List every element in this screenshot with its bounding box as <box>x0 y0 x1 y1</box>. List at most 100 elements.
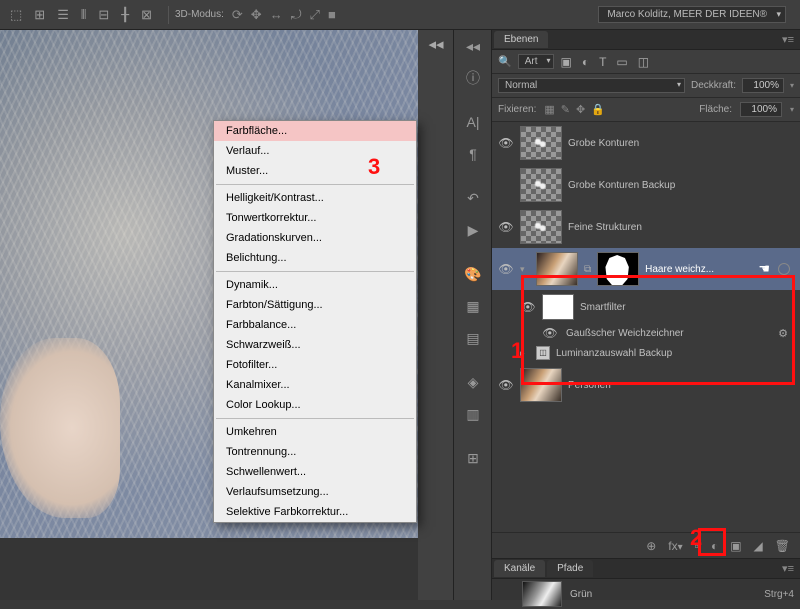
opacity-input[interactable]: 100% <box>742 78 784 93</box>
panel-tabs: Kanäle Pfade ▾≡ <box>492 559 800 579</box>
tab-channels[interactable]: Kanäle <box>494 560 545 577</box>
lock-transparency-icon[interactable]: ▦ <box>544 103 554 116</box>
navigator-panel-icon[interactable]: ◈ <box>454 366 492 398</box>
layer-name[interactable]: Grobe Konturen <box>568 138 794 149</box>
expand-icon[interactable]: ◂◂ <box>454 30 492 62</box>
panel-menu-icon[interactable]: ▾≡ <box>776 562 800 575</box>
menu-item-black-white[interactable]: Schwarzweiß... <box>214 335 416 355</box>
scale-icon[interactable]: ⤢ <box>310 7 320 23</box>
swatches-panel-icon[interactable]: 🎨 <box>454 258 492 290</box>
lock-all-icon[interactable]: 🔒 <box>591 103 605 116</box>
layer-thumbnail[interactable] <box>520 168 562 202</box>
channel-row[interactable]: Grün Strg+4 <box>492 579 800 609</box>
brushes-panel-icon[interactable]: ⊞ <box>454 442 492 474</box>
actions-panel-icon[interactable]: ▶ <box>454 214 492 246</box>
lock-pixels-icon[interactable]: ✎ <box>561 103 570 116</box>
menu-item-gradient-map[interactable]: Verlaufsumsetzung... <box>214 482 416 502</box>
menu-item-gradient[interactable]: Verlauf... <box>214 141 416 161</box>
menu-item-vibrance[interactable]: Dynamik... <box>214 275 416 295</box>
orbit-icon[interactable]: ⟳ <box>232 7 243 23</box>
visibility-icon[interactable]: 👁 <box>498 262 514 276</box>
link-layers-icon[interactable]: ⊕ <box>646 539 656 553</box>
workspace-dropdown[interactable]: Marco Kolditz, MEER DER IDEEN® <box>598 6 786 23</box>
filter-smart-icon[interactable]: ◫ <box>638 55 649 69</box>
layer-thumbnail[interactable] <box>520 126 562 160</box>
tool-icon[interactable]: ⊟ <box>98 7 109 23</box>
lock-position-icon[interactable]: ✥ <box>576 103 585 116</box>
tool-icon[interactable]: ⊠ <box>141 7 152 23</box>
layer-name[interactable]: Grobe Konturen Backup <box>568 180 794 191</box>
filter-pixel-icon[interactable]: ▣ <box>560 55 571 69</box>
channel-thumbnail[interactable] <box>522 581 562 607</box>
panel-menu-icon[interactable]: ▾≡ <box>776 33 800 46</box>
menu-item-hue-sat[interactable]: Farbton/Sättigung... <box>214 295 416 315</box>
tab-paths[interactable]: Pfade <box>547 560 593 577</box>
menu-item-color-balance[interactable]: Farbbalance... <box>214 315 416 335</box>
layer-fx-icon[interactable]: fx▾ <box>668 539 682 553</box>
channels-panel-icon[interactable]: ▥ <box>454 398 492 430</box>
filter-type-icon[interactable]: T <box>599 55 606 69</box>
menu-item-photo-filter[interactable]: Fotofilter... <box>214 355 416 375</box>
menu-item-channel-mixer[interactable]: Kanalmixer... <box>214 375 416 395</box>
styles-panel-icon[interactable]: ▤ <box>454 322 492 354</box>
menu-item-brightness[interactable]: Helligkeit/Kontrast... <box>214 188 416 208</box>
blend-mode-dropdown[interactable]: Normal <box>498 78 685 93</box>
paragraph-panel-icon[interactable]: ¶ <box>454 138 492 170</box>
menu-item-invert[interactable]: Umkehren <box>214 422 416 442</box>
menu-item-curves[interactable]: Gradationskurven... <box>214 228 416 248</box>
layer-name[interactable]: Feine Strukturen <box>568 222 794 233</box>
panel-tabs: Ebenen ▾≡ <box>492 30 800 50</box>
history-panel-icon[interactable]: ↶ <box>454 182 492 214</box>
layer-row[interactable]: Grobe Konturen Backup <box>492 164 800 206</box>
annotation-box-1 <box>521 275 795 385</box>
tool-icon[interactable]: ⬚ <box>10 7 22 23</box>
menu-item-color-lookup[interactable]: Color Lookup... <box>214 395 416 415</box>
channel-name[interactable]: Grün <box>570 589 592 600</box>
menu-separator <box>216 418 414 419</box>
menu-item-levels[interactable]: Tonwertkorrektur... <box>214 208 416 228</box>
collapsed-toolbar: ◂◂ <box>418 30 454 600</box>
menu-item-pattern[interactable]: Muster... <box>214 161 416 181</box>
fill-scrub-icon[interactable]: ▾ <box>790 105 794 114</box>
link-icon[interactable]: ⧉ <box>584 264 591 275</box>
color-panel-icon[interactable]: ▦ <box>454 290 492 322</box>
visibility-icon[interactable]: 👁 <box>498 378 514 392</box>
camera-icon[interactable]: ■ <box>328 7 336 23</box>
layer-row[interactable]: 👁 Grobe Konturen <box>492 122 800 164</box>
visibility-icon[interactable]: 👁 <box>498 136 514 150</box>
character-panel-icon[interactable]: A| <box>454 106 492 138</box>
menu-item-selective-color[interactable]: Selektive Farbkorrektur... <box>214 502 416 522</box>
layer-thumbnail[interactable] <box>520 210 562 244</box>
filter-kind-dropdown[interactable]: Art <box>518 54 555 69</box>
layer-name[interactable]: Haare weichz... <box>645 264 750 275</box>
new-layer-icon[interactable]: ◢ <box>754 539 763 553</box>
tool-icon[interactable]: ╂ <box>121 7 129 23</box>
filter-shape-icon[interactable]: ▭ <box>616 55 627 69</box>
rotate-icon[interactable]: ⤾ <box>291 7 302 23</box>
menu-item-posterize[interactable]: Tontrennung... <box>214 442 416 462</box>
move-icon[interactable]: ↔ <box>270 7 283 23</box>
pan-icon[interactable]: ✥ <box>251 7 262 23</box>
layer-row[interactable]: 👁 Feine Strukturen <box>492 206 800 248</box>
opacity-scrub-icon[interactable]: ▾ <box>790 81 794 90</box>
menu-item-exposure[interactable]: Belichtung... <box>214 248 416 268</box>
blend-opacity-row: Normal Deckkraft: 100% ▾ <box>492 74 800 98</box>
fill-input[interactable]: 100% <box>740 102 782 117</box>
tool-icon[interactable]: ⫴ <box>81 7 86 23</box>
lock-label: Fixieren: <box>498 104 536 115</box>
info-panel-icon[interactable]: ⓘ <box>454 62 492 94</box>
menu-separator <box>216 271 414 272</box>
menu-item-solid-color[interactable]: Farbfläche... <box>214 121 416 141</box>
new-group-icon[interactable]: ▣ <box>730 539 741 553</box>
disclosure-icon[interactable]: ▾ <box>520 264 530 275</box>
tool-icon[interactable]: ☰ <box>57 7 69 23</box>
menu-separator <box>216 184 414 185</box>
expand-icon[interactable]: ◂◂ <box>418 30 454 58</box>
tool-icon[interactable]: ⊞ <box>34 7 45 23</box>
filter-adjust-icon[interactable]: ◐ <box>582 55 589 69</box>
annotation-3: 3 <box>368 154 380 180</box>
tab-layers[interactable]: Ebenen <box>494 31 548 48</box>
delete-layer-icon[interactable]: 🗑 <box>775 539 790 553</box>
visibility-icon[interactable]: 👁 <box>498 220 514 234</box>
menu-item-threshold[interactable]: Schwellenwert... <box>214 462 416 482</box>
